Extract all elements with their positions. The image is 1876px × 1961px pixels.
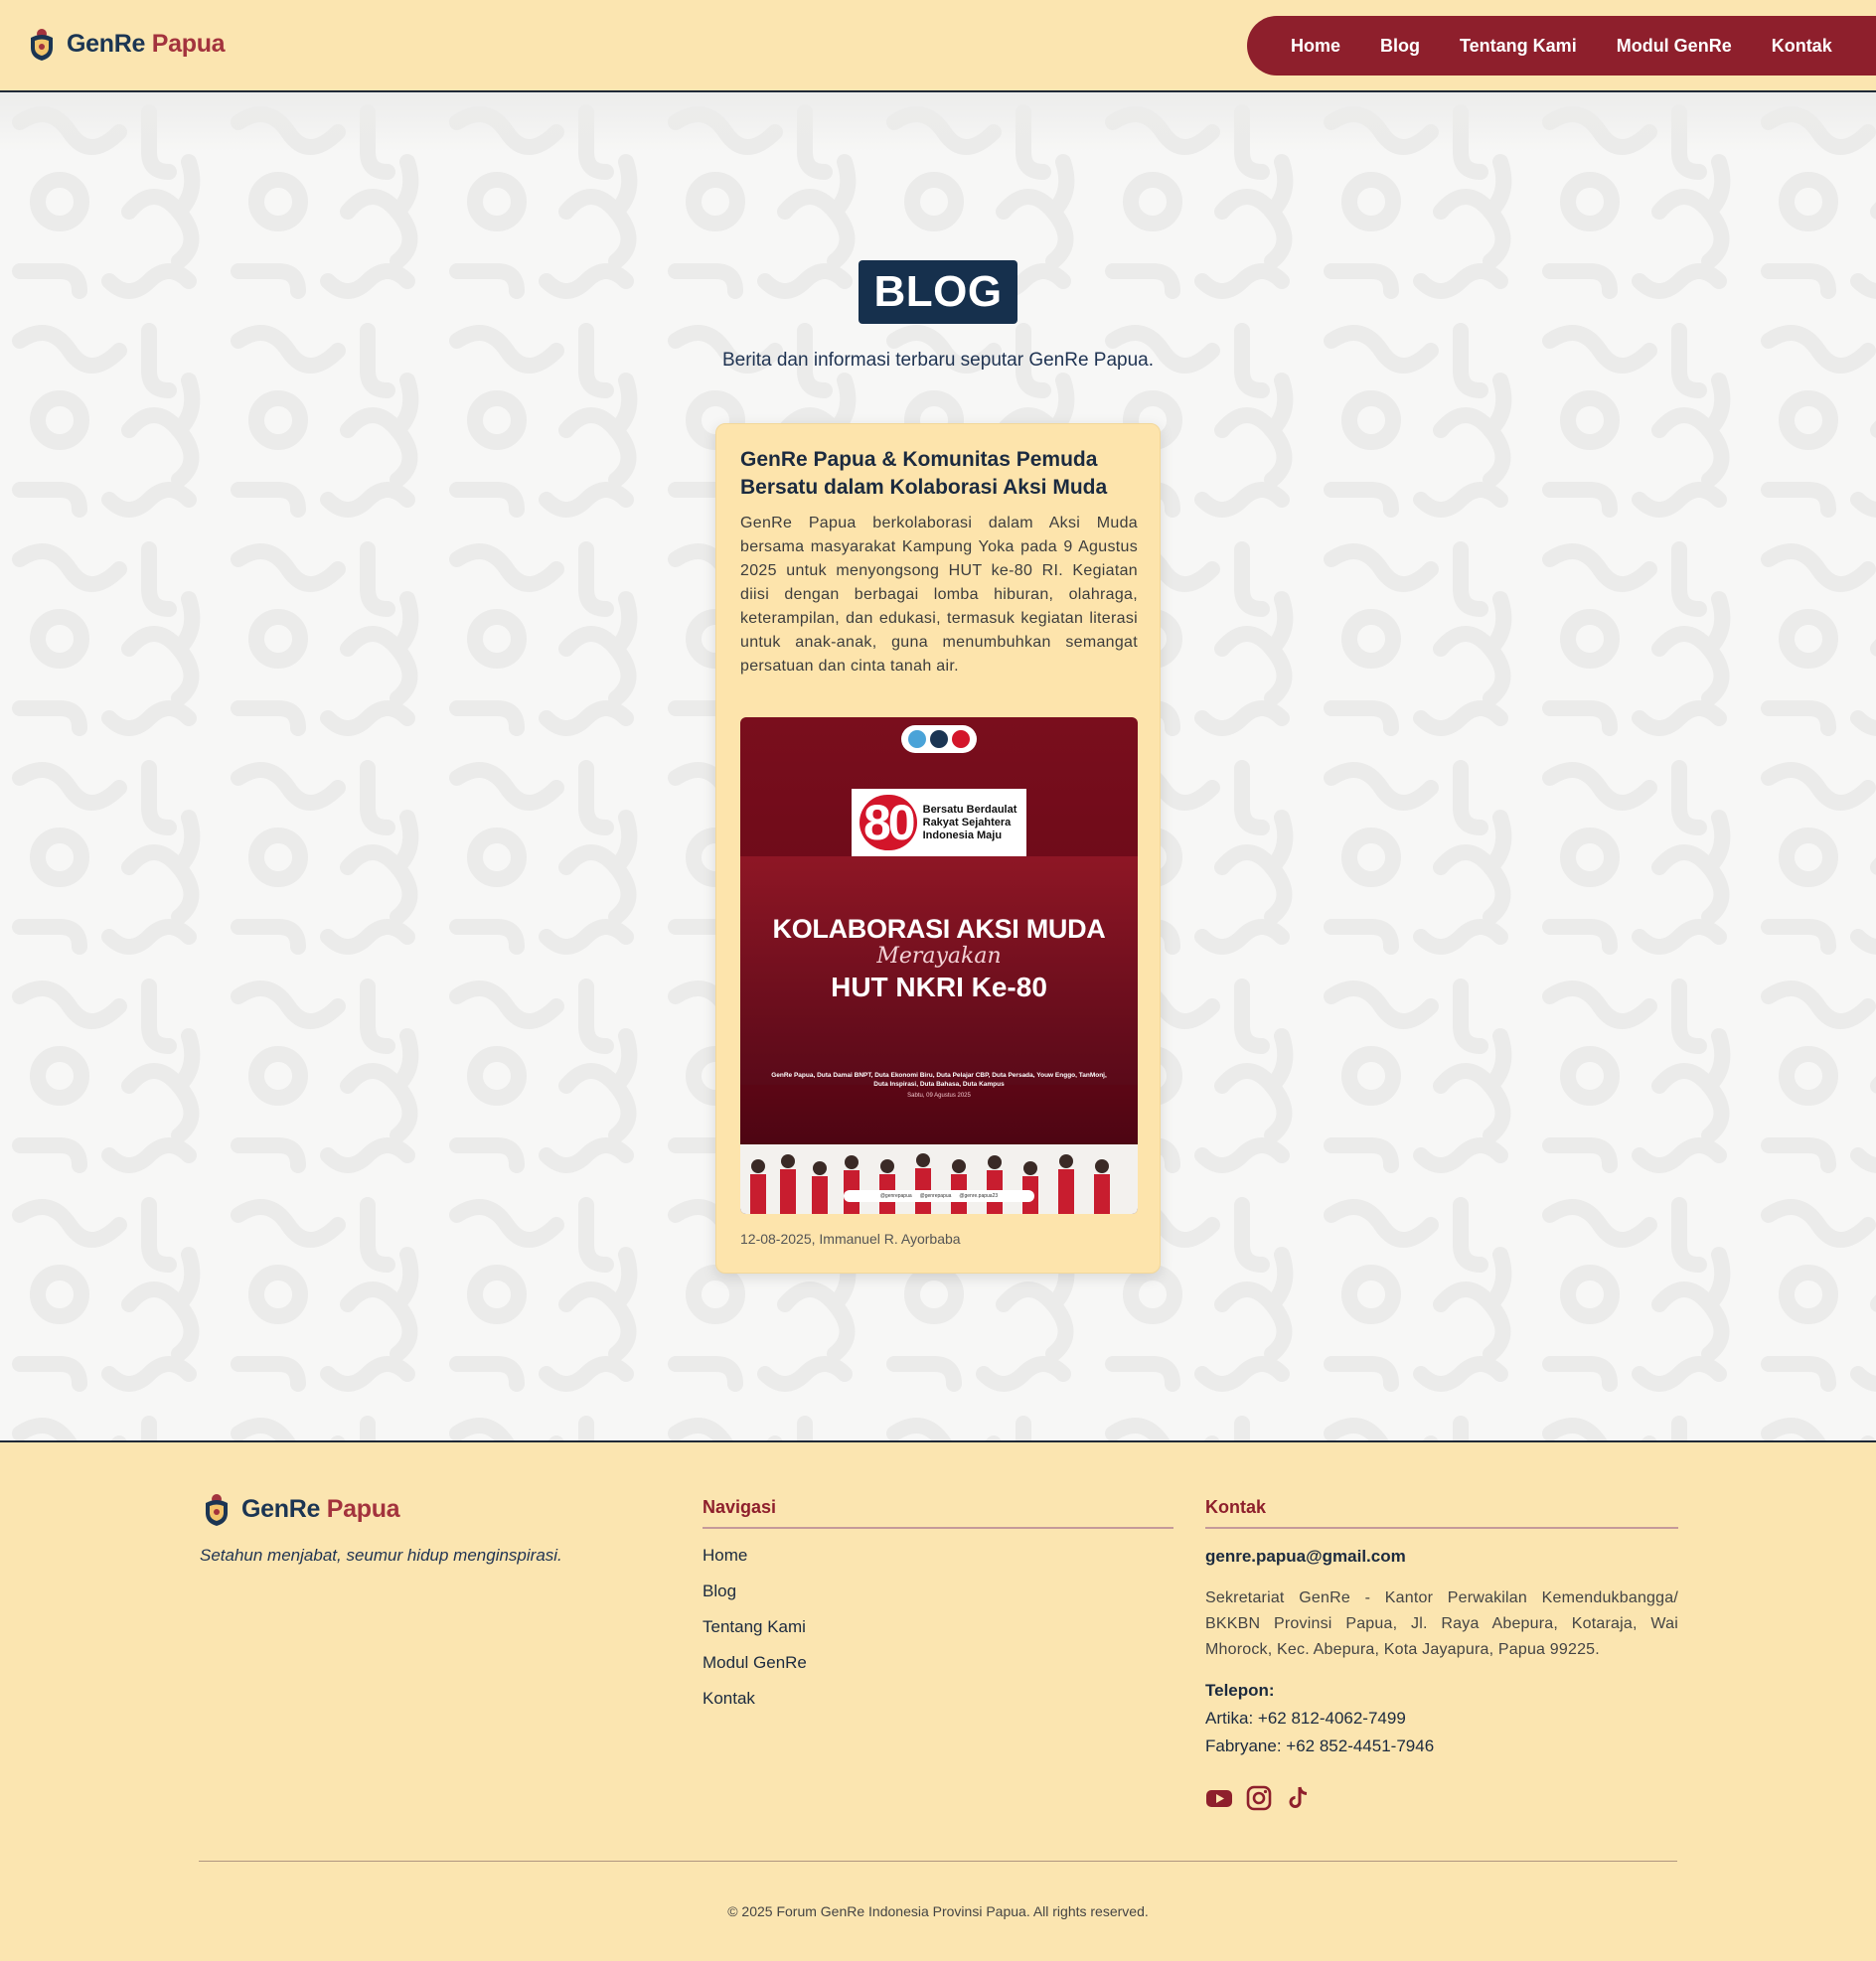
footer-phone-label: Telepon: bbox=[1205, 1681, 1275, 1700]
footer-phone-artika[interactable]: Artika: +62 812-4062-7499 bbox=[1205, 1709, 1406, 1729]
page-title: BLOG bbox=[859, 260, 1017, 324]
footer-nav-modul-genre[interactable]: Modul GenRe bbox=[703, 1653, 807, 1689]
genre-emblem-icon bbox=[930, 730, 948, 748]
poster-headline-2: HUT NKRI Ke-80 bbox=[831, 972, 1047, 1002]
page-subtitle: Berita dan informasi terbaru seputar Gen… bbox=[721, 350, 1155, 371]
footer-nav-tentang-kami[interactable]: Tentang Kami bbox=[703, 1617, 807, 1653]
poster-social-handles: @genrepapua @genrepapua @genre.papua23 bbox=[844, 1190, 1034, 1202]
nav-blog[interactable]: Blog bbox=[1360, 36, 1440, 57]
footer-nav-title: Navigasi bbox=[703, 1497, 777, 1517]
footer-bottom-divider bbox=[199, 1861, 1677, 1862]
poster-partner-logos bbox=[901, 725, 977, 753]
site-footer: GenRe Papua Setahun menjabat, seumur hid… bbox=[0, 1440, 1876, 1961]
nav-kontak[interactable]: Kontak bbox=[1752, 36, 1852, 57]
youtube-icon[interactable] bbox=[1205, 1784, 1233, 1812]
instagram-icon[interactable] bbox=[1245, 1784, 1273, 1812]
footer-brand-part1: GenRe bbox=[241, 1494, 321, 1523]
nav-modul-genre[interactable]: Modul GenRe bbox=[1597, 36, 1752, 57]
poster-social-tiktok: @genre.papua23 bbox=[959, 1193, 999, 1199]
footer-address: Sekretariat GenRe - Kantor Perwakilan Ke… bbox=[1205, 1589, 1678, 1658]
footer-copyright: © 2025 Forum GenRe Indonesia Provinsi Pa… bbox=[727, 1903, 1149, 1919]
badge-text: Bersatu Berdaulat Rakyat Sejahtera Indon… bbox=[922, 803, 1017, 841]
brand-logo-link[interactable]: GenRe Papua bbox=[27, 26, 226, 62]
poster-credits: GenRe Papua, Duta Damai BNPT, Duta Ekono… bbox=[771, 1072, 1107, 1088]
badge-number: 80 bbox=[860, 795, 917, 850]
poster-social-youtube: @genrepapua bbox=[879, 1193, 912, 1199]
main-nav: Home Blog Tentang Kami Modul GenRe Konta… bbox=[1247, 16, 1876, 75]
poster-photo-band bbox=[740, 856, 1138, 1085]
partner-logo-icon bbox=[952, 730, 970, 748]
footer-contact-title: Kontak bbox=[1205, 1497, 1267, 1517]
post-title[interactable]: GenRe Papua & Komunitas Pemuda Bersatu d… bbox=[740, 446, 1142, 502]
poster-script-text: Merayakan bbox=[876, 944, 1002, 969]
footer-phone-fabryane[interactable]: Fabryane: +62 852-4451-7946 bbox=[1205, 1736, 1434, 1756]
footer-nav-home[interactable]: Home bbox=[703, 1546, 807, 1582]
brand-name-part1: GenRe bbox=[67, 29, 146, 58]
footer-contact-divider bbox=[1205, 1527, 1678, 1529]
footer-nav-divider bbox=[703, 1527, 1173, 1529]
post-poster-image[interactable]: 80 Bersatu Berdaulat Rakyat Sejahtera In… bbox=[740, 717, 1138, 1214]
footer-brand-part2: Papua bbox=[326, 1494, 400, 1523]
nav-home[interactable]: Home bbox=[1271, 36, 1360, 57]
post-excerpt: GenRe Papua berkolaborasi dalam Aksi Mud… bbox=[740, 515, 1138, 675]
blog-post-card[interactable]: GenRe Papua & Komunitas Pemuda Bersatu d… bbox=[715, 423, 1161, 1274]
genre-emblem-icon bbox=[31, 29, 53, 61]
footer-brand-name: GenRe Papua bbox=[241, 1494, 400, 1524]
poster-social-instagram: @genrepapua bbox=[919, 1193, 952, 1199]
poster-crowd-photo bbox=[740, 1144, 1138, 1214]
hut-80-badge: 80 Bersatu Berdaulat Rakyat Sejahtera In… bbox=[852, 789, 1026, 856]
post-meta: 12-08-2025, Immanuel R. Ayorbaba bbox=[740, 1231, 961, 1247]
genre-emblem-icon bbox=[206, 1494, 228, 1526]
brand-name-part2: Papua bbox=[151, 29, 226, 58]
header-shadow bbox=[0, 92, 1876, 152]
footer-tagline: Setahun menjabat, seumur hidup menginspi… bbox=[200, 1546, 562, 1565]
poster-headline-1: KOLABORASI AKSI MUDA bbox=[772, 914, 1106, 944]
footer-nav: Home Blog Tentang Kami Modul GenRe Konta… bbox=[703, 1546, 807, 1725]
footer-nav-kontak[interactable]: Kontak bbox=[703, 1689, 807, 1725]
site-header: GenRe Papua Home Blog Tentang Kami Modul… bbox=[0, 0, 1876, 92]
poster-date: Sabtu, 09 Agustus 2025 bbox=[907, 1093, 971, 1099]
brand-name: GenRe Papua bbox=[67, 29, 226, 59]
footer-brand[interactable]: GenRe Papua bbox=[202, 1491, 400, 1527]
footer-nav-blog[interactable]: Blog bbox=[703, 1582, 807, 1617]
footer-social-links bbox=[1205, 1784, 1313, 1812]
tiktok-icon[interactable] bbox=[1285, 1784, 1313, 1812]
partner-logo-icon bbox=[908, 730, 926, 748]
footer-email-link[interactable]: genre.papua@gmail.com bbox=[1205, 1547, 1406, 1567]
nav-tentang-kami[interactable]: Tentang Kami bbox=[1440, 36, 1597, 57]
